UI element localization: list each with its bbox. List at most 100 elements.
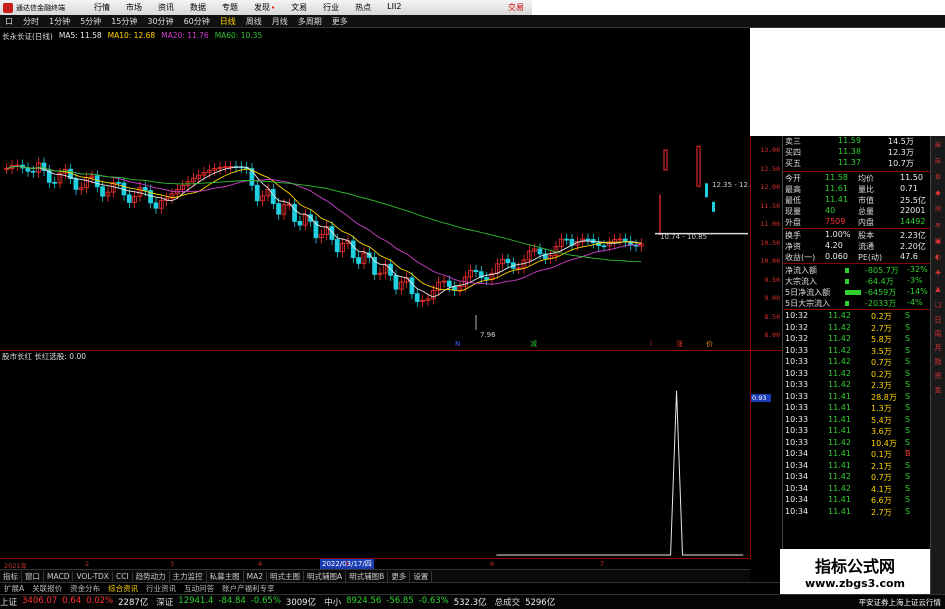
period-tab[interactable]: 1分钟 bbox=[44, 16, 75, 27]
period-tab[interactable]: 更多 bbox=[327, 16, 353, 27]
stat-label: PE(动) bbox=[858, 253, 883, 262]
indicator-tab[interactable]: 趋势动力 bbox=[133, 570, 170, 582]
period-tab[interactable]: 5分钟 bbox=[75, 16, 106, 27]
high-label: 12.35 - 12.33 bbox=[712, 181, 750, 189]
indicator-tab[interactable]: VOL-TDX bbox=[73, 571, 113, 581]
date-label: 4 bbox=[258, 560, 263, 568]
tick-time: 10:34 bbox=[785, 506, 809, 516]
info-tab[interactable]: 资金分布 bbox=[66, 583, 104, 594]
stat-row: 现量 40 总量 22001 bbox=[783, 206, 931, 217]
stat-label: 总量 bbox=[858, 207, 874, 216]
info-tab[interactable]: 互动问答 bbox=[180, 583, 218, 594]
stat-value: 11.61 bbox=[825, 184, 848, 193]
price-tick-label: 12.00 bbox=[760, 183, 780, 191]
tick-price: 11.42 bbox=[828, 437, 851, 447]
menu-item[interactable]: 行业 bbox=[315, 2, 347, 13]
candle-body bbox=[622, 238, 628, 243]
title-blank-area bbox=[532, 0, 945, 15]
tick-row: 10:32 11.42 0.2万 S bbox=[783, 311, 931, 322]
side-tool-icon[interactable]: ❏ bbox=[931, 298, 945, 312]
tick-volume: 0.2万 bbox=[871, 369, 892, 379]
quote-separator bbox=[783, 309, 931, 310]
menu-item[interactable]: 专题 bbox=[214, 2, 246, 13]
side-tab-label[interactable]: 周 bbox=[931, 328, 945, 340]
side-tool-icon[interactable]: ⚙ bbox=[931, 170, 945, 184]
side-tool-icon[interactable]: ⊟ bbox=[931, 154, 945, 168]
kline-chart[interactable]: 12.35 - 12.33 10.74 - 10.85 7.96 N 减 l 涨 价 bbox=[0, 40, 750, 350]
side-tool-icon[interactable]: ◐ bbox=[931, 250, 945, 264]
side-tab-label[interactable]: 资 bbox=[931, 370, 945, 382]
stat-value: 40 bbox=[825, 206, 836, 215]
stat-value: 11.50 bbox=[900, 173, 923, 182]
period-tab[interactable]: 多周期 bbox=[293, 16, 327, 27]
info-tab[interactable]: 扩展A bbox=[0, 583, 28, 594]
info-tab[interactable]: 综合资讯 bbox=[104, 583, 142, 594]
indicator-tab[interactable]: 指标 bbox=[0, 570, 22, 582]
side-tab-label[interactable]: 日 bbox=[931, 314, 945, 326]
menu-item[interactable]: 数据 bbox=[182, 2, 214, 13]
period-tab[interactable]: 周线 bbox=[241, 16, 267, 27]
menu-item[interactable]: 文易 bbox=[283, 2, 315, 13]
indicator-line bbox=[496, 390, 744, 556]
stat-value: 4.20 bbox=[825, 241, 843, 250]
stat-row: 最高 11.61 量比 0.71 bbox=[783, 184, 931, 195]
indicator-tab[interactable]: 更多 bbox=[388, 570, 411, 582]
menu-item[interactable]: 行情 bbox=[86, 2, 118, 13]
stat-value: 0.060 bbox=[825, 252, 848, 261]
side-tool-icon[interactable]: ▲ bbox=[931, 282, 945, 296]
side-tool-icon[interactable]: ≡ bbox=[931, 218, 945, 232]
tick-price: 11.41 bbox=[828, 391, 851, 401]
period-tab[interactable]: 口 bbox=[0, 16, 18, 27]
indicator-tab[interactable]: 私募主图 bbox=[207, 570, 244, 582]
side-tool-icon[interactable]: ▣ bbox=[931, 234, 945, 248]
indicator-tab[interactable]: 窗口 bbox=[22, 570, 44, 582]
info-tab[interactable]: 关联报价 bbox=[28, 583, 66, 594]
tick-side: S bbox=[905, 472, 911, 481]
tick-price: 11.42 bbox=[828, 345, 851, 355]
side-tab-label[interactable]: 金 bbox=[931, 384, 945, 396]
candle-body bbox=[484, 277, 489, 280]
period-tab[interactable]: 月线 bbox=[267, 16, 293, 27]
trade-button[interactable]: 交易 bbox=[508, 2, 524, 13]
side-tab-label[interactable]: 月 bbox=[931, 342, 945, 354]
tick-row: 10:34 11.42 4.1万 S bbox=[783, 484, 931, 495]
ma20-line bbox=[6, 165, 642, 285]
indicator-tab[interactable]: 明式主图 bbox=[267, 570, 305, 582]
indicator-tab[interactable]: 明式辅图B bbox=[346, 570, 389, 582]
tick-price: 11.41 bbox=[828, 426, 851, 435]
side-tool-icon[interactable]: ✚ bbox=[931, 266, 945, 280]
info-tab[interactable]: 行业资讯 bbox=[142, 583, 180, 594]
period-tab[interactable]: 分时 bbox=[18, 16, 44, 27]
indicator-title: 股市长红 长红选股: 0.00 bbox=[2, 352, 86, 361]
period-tab[interactable]: 日线 bbox=[215, 16, 241, 27]
indicator-tab[interactable]: 主力监控 bbox=[170, 570, 207, 582]
tick-volume: 0.2万 bbox=[871, 312, 892, 321]
menu-item[interactable]: 资讯 bbox=[150, 2, 182, 13]
menu-item[interactable]: LII2 bbox=[379, 2, 409, 13]
info-tab[interactable]: 账户产福利专享 bbox=[218, 583, 279, 594]
indicator-tab[interactable]: CCI bbox=[113, 571, 133, 581]
tick-volume: 10.4万 bbox=[871, 438, 897, 448]
menu-item[interactable]: 发现 bbox=[246, 2, 283, 13]
side-tool-icon[interactable]: ◆ bbox=[931, 186, 945, 200]
indicator-pane[interactable] bbox=[0, 350, 750, 558]
indicator-tab[interactable]: MACD bbox=[44, 571, 74, 581]
indicator-tab[interactable]: MA2 bbox=[244, 571, 268, 581]
side-tool-icon[interactable]: ⊞ bbox=[931, 138, 945, 152]
flow-pct: -4% bbox=[907, 298, 923, 307]
tick-side: S bbox=[905, 403, 911, 412]
indicator-tab[interactable]: 设置 bbox=[410, 570, 433, 582]
stat-row: 今开 11.58 均价 11.50 bbox=[783, 173, 931, 184]
stat-value: 25.5亿 bbox=[900, 196, 926, 205]
period-tab[interactable]: 30分钟 bbox=[142, 16, 178, 27]
period-tab[interactable]: 60分钟 bbox=[179, 16, 215, 27]
flow-row: 净流入额 -805.7万 -32% bbox=[783, 265, 931, 276]
side-tab-label[interactable]: 指 bbox=[931, 356, 945, 368]
side-tool-icon[interactable]: ✉ bbox=[931, 202, 945, 216]
indicator-tab[interactable]: 明式辅图A bbox=[304, 570, 347, 582]
tick-time: 10:34 bbox=[785, 472, 809, 481]
menu-item[interactable]: 热点 bbox=[347, 2, 379, 13]
candle-body bbox=[25, 167, 31, 172]
period-tab[interactable]: 15分钟 bbox=[106, 16, 142, 27]
menu-item[interactable]: 市场 bbox=[118, 2, 150, 13]
